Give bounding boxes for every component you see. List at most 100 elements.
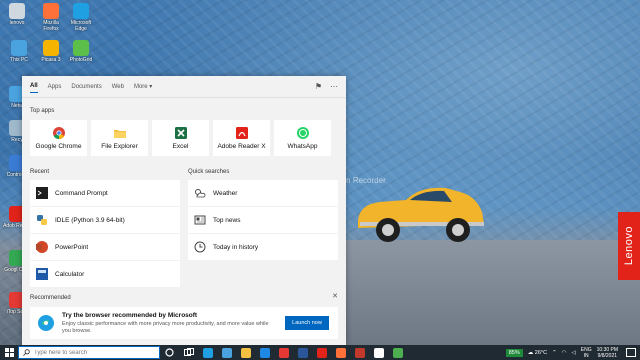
feedback-icon[interactable]: ⚑: [315, 82, 322, 91]
quick-search-weather[interactable]: Weather: [188, 180, 338, 207]
app-icon: [43, 40, 59, 56]
app-tile-google-chrome[interactable]: Google Chrome: [30, 120, 87, 156]
desktop-icon-label: PhotoGrid: [69, 57, 93, 63]
wifi-icon[interactable]: ◠: [562, 350, 567, 356]
tab-all[interactable]: All: [30, 83, 38, 93]
tab-apps[interactable]: Apps: [48, 84, 62, 90]
app-icon: [73, 40, 89, 56]
recent-list: Command Prompt IDLE (Python 3.9 64-bit) …: [30, 180, 180, 288]
task-view-button[interactable]: [179, 345, 198, 360]
clock[interactable]: 10:30 PM 9/8/2021: [597, 347, 618, 359]
search-input[interactable]: [34, 349, 154, 356]
task-view-icon: [183, 348, 194, 356]
search-filter-tabs: All Apps Documents Web More ▾ ⚑ ⋯: [22, 76, 346, 98]
recorder-icon: [354, 347, 365, 358]
tab-more[interactable]: More ▾: [134, 83, 152, 90]
app-label: Adobe Reader X: [217, 142, 266, 150]
weather-widget[interactable]: ☁ 26°C: [528, 350, 547, 356]
excel-icon: [174, 126, 187, 139]
volume-icon[interactable]: ◁: [572, 350, 576, 356]
cmd-icon: [36, 187, 48, 199]
app-icon: [278, 347, 289, 358]
calculator-icon: [36, 268, 48, 280]
quick-search-today-in-history[interactable]: Today in history: [188, 234, 338, 261]
file-explorer-icon: [240, 347, 251, 358]
desktop-icon-label: This PC: [10, 57, 28, 63]
language-indicator[interactable]: ENG IN: [581, 347, 592, 359]
whatsapp-icon: [296, 126, 309, 139]
recent-item-command-prompt[interactable]: Command Prompt: [30, 180, 180, 207]
taskbar-app-button[interactable]: [255, 345, 274, 360]
tab-documents[interactable]: Documents: [71, 84, 101, 90]
word-icon: [297, 347, 308, 358]
taskbar-app-button[interactable]: [331, 345, 350, 360]
notification-center-icon[interactable]: [626, 348, 636, 357]
more-options-icon[interactable]: ⋯: [330, 82, 338, 91]
quick-search-label: Today in history: [213, 243, 259, 251]
firefox-icon: [335, 347, 346, 358]
desktop-icon[interactable]: PhotoGrid: [66, 40, 96, 63]
desktop-icon[interactable]: This PC: [4, 40, 34, 63]
system-tray: 85% ☁ 26°C ⌃ ◠ ◁ ENG IN 10:30 PM 9/8/2021: [505, 345, 618, 360]
taskbar-app-button[interactable]: [350, 345, 369, 360]
recommended-card: Try the browser recommended by Microsoft…: [30, 307, 338, 339]
taskbar-app-button[interactable]: [312, 345, 331, 360]
app-label: Google Chrome: [35, 142, 82, 150]
pdf-icon: [235, 126, 248, 139]
app-tile-file-explorer[interactable]: File Explorer: [91, 120, 148, 156]
desktop-icon-label: Picasa 3: [41, 57, 61, 63]
pdf-icon: [316, 347, 327, 358]
news-icon: [194, 215, 206, 225]
recent-title: Recent: [30, 169, 50, 175]
quick-searches-list: Weather Top news Today in history: [188, 180, 338, 261]
weather-icon: [195, 189, 206, 198]
launch-now-button[interactable]: Launch now: [285, 316, 329, 330]
taskbar-app-button[interactable]: [198, 345, 217, 360]
taskbar-app-button[interactable]: [236, 345, 255, 360]
app-label: Excel: [172, 142, 189, 150]
chrome-icon: [52, 126, 65, 139]
notepad-icon: [373, 347, 384, 358]
quick-search-top-news[interactable]: Top news: [188, 207, 338, 234]
taskbar-app-button[interactable]: [217, 345, 236, 360]
cortana-icon: [165, 348, 174, 357]
recent-item-powerpoint[interactable]: PowerPoint: [30, 234, 180, 261]
taskbar-app-button[interactable]: [293, 345, 312, 360]
app-tile-adobe-reader[interactable]: Adobe Reader X: [213, 120, 270, 156]
chevron-up-icon[interactable]: ⌃: [552, 350, 557, 356]
recent-item-label: Command Prompt: [55, 189, 108, 197]
windows-icon: [4, 348, 14, 357]
taskbar-app-button[interactable]: [388, 345, 407, 360]
taskbar: 85% ☁ 26°C ⌃ ◠ ◁ ENGIN 10:30 PM9/8/2021: [0, 345, 640, 360]
recent-item-idle[interactable]: IDLE (Python 3.9 64-bit): [30, 207, 180, 234]
desktop-icon[interactable]: Picasa 3: [36, 40, 66, 63]
start-button[interactable]: [0, 345, 18, 360]
tab-web[interactable]: Web: [112, 84, 124, 90]
app-tile-whatsapp[interactable]: WhatsApp: [274, 120, 331, 156]
car-image: [358, 187, 484, 242]
python-icon: [37, 215, 47, 225]
cortana-button[interactable]: [160, 345, 179, 360]
app-tile-excel[interactable]: Excel: [152, 120, 209, 156]
search-icon: [23, 349, 30, 356]
desktop-icon-label: Mozilla Firefox: [43, 20, 59, 32]
recent-item-label: IDLE (Python 3.9 64-bit): [55, 216, 125, 224]
taskbar-app-button[interactable]: [369, 345, 388, 360]
telegram-icon: [259, 347, 270, 358]
desktop-icon[interactable]: Mozilla Firefox: [36, 3, 66, 32]
lenovo-logo: Lenovo: [618, 212, 640, 280]
taskbar-app-button[interactable]: [274, 345, 293, 360]
recent-item-calculator[interactable]: Calculator: [30, 261, 180, 288]
app-icon: [11, 40, 27, 56]
close-icon[interactable]: ✕: [332, 292, 338, 300]
search-panel: All Apps Documents Web More ▾ ⚑ ⋯ Top ap…: [22, 76, 346, 345]
edge-icon: [38, 315, 54, 331]
desktop-icon[interactable]: Microsoft Edge: [66, 3, 96, 32]
recommended-description: Enjoy classic performance with more priv…: [62, 320, 269, 334]
clock-icon: [194, 241, 206, 253]
desktop-icon[interactable]: lenovo: [2, 3, 32, 26]
app-label: WhatsApp: [287, 142, 318, 150]
taskbar-search-box[interactable]: [18, 346, 160, 359]
battery-indicator[interactable]: 85%: [505, 348, 523, 357]
quick-searches-title: Quick searches: [188, 169, 230, 175]
